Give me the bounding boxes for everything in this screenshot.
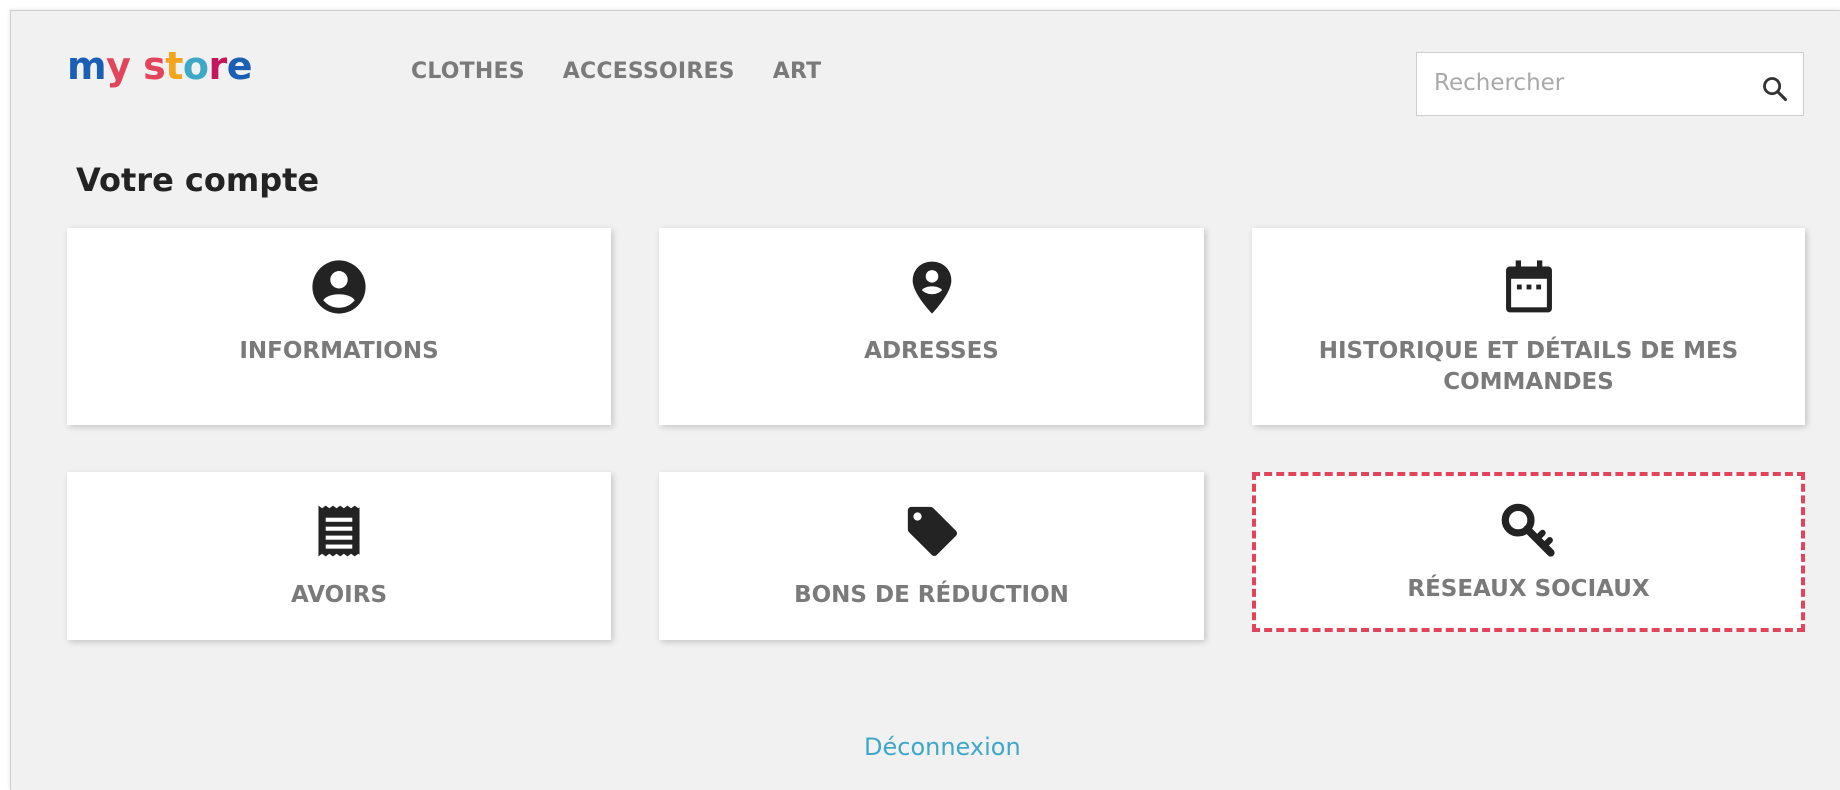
account-card-avoirs[interactable]: AVOIRS <box>67 472 611 640</box>
card-label: INFORMATIONS <box>239 338 439 364</box>
logo-letter: o <box>182 44 209 88</box>
card-label: AVOIRS <box>290 582 388 608</box>
calendar-icon <box>1505 260 1552 313</box>
account-card-bons-de-reduction[interactable]: BONS DE RÉDUCTION <box>659 472 1204 640</box>
logo-letter: s <box>143 44 166 88</box>
nav-item-art[interactable]: ART <box>773 59 822 84</box>
card-label: ADRESSES <box>864 338 999 364</box>
search-box <box>1416 52 1804 116</box>
receipt-icon <box>318 505 360 557</box>
card-label: HISTORIQUE ET DÉTAILS DE MES COMMANDES <box>1318 338 1739 395</box>
logo-letter: r <box>208 44 228 88</box>
page-container: my store CLOTHES ACCESSOIRES ART Votre c… <box>10 10 1840 790</box>
logo-letter: m <box>67 44 107 88</box>
logo-letter <box>130 47 143 85</box>
logo-letter: t <box>165 44 183 88</box>
nav-item-accessoires[interactable]: ACCESSOIRES <box>563 59 735 84</box>
store-logo[interactable]: my store <box>67 44 253 88</box>
account-card-reseaux-sociaux[interactable]: RÉSEAUX SOCIAUX <box>1252 472 1805 632</box>
tag-icon <box>907 506 957 557</box>
logo-letter: y <box>106 44 131 88</box>
card-label: BONS DE RÉDUCTION <box>794 582 1069 608</box>
account-card-adresses[interactable]: ADRESSES <box>659 228 1204 425</box>
page-title: Votre compte <box>76 161 320 199</box>
main-nav: CLOTHES ACCESSOIRES ART <box>411 59 821 84</box>
logo-letter: e <box>226 44 253 88</box>
account-circle-icon <box>312 260 366 314</box>
logout-link[interactable]: Déconnexion <box>864 733 1021 761</box>
account-card-historique[interactable]: HISTORIQUE ET DÉTAILS DE MES COMMANDES <box>1252 228 1805 425</box>
key-icon <box>1501 503 1555 557</box>
account-card-informations[interactable]: INFORMATIONS <box>67 228 611 425</box>
nav-item-clothes[interactable]: CLOTHES <box>411 59 525 84</box>
search-icon[interactable] <box>1761 75 1789 103</box>
search-input[interactable] <box>1417 53 1754 113</box>
location-pin-icon <box>912 261 951 314</box>
card-label: RÉSEAUX SOCIAUX <box>1407 576 1650 602</box>
